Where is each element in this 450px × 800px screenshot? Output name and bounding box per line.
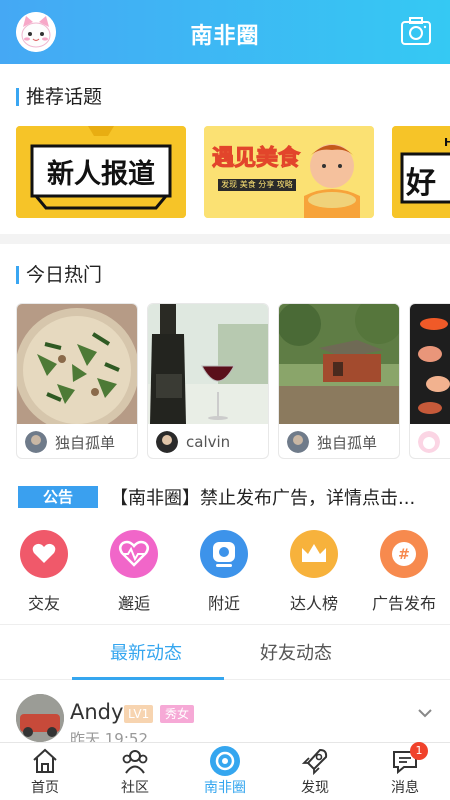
hot-post-card[interactable] xyxy=(409,303,450,459)
post-image-sushi xyxy=(410,304,450,424)
post-author[interactable]: 独自孤单 xyxy=(287,430,377,454)
page-title: 南非圈 xyxy=(190,24,260,49)
hot-post-card[interactable]: 独自孤单 xyxy=(278,303,400,459)
hash-icon: # xyxy=(380,530,428,578)
post-image-pizza xyxy=(17,304,137,424)
chat-icon: 1 xyxy=(390,742,428,776)
topic-card-newcomer[interactable]: 新人报道 xyxy=(16,126,186,218)
author-name: calvin xyxy=(186,433,231,451)
feed-tabs: 最新动态 好友动态 xyxy=(0,624,450,680)
topic-label-top: HO xyxy=(444,136,450,149)
svg-text:#: # xyxy=(398,547,410,563)
post-image-wine xyxy=(148,304,268,424)
tab-friends[interactable]: 好友动态 xyxy=(260,639,332,665)
gender-tag: 秀女 xyxy=(160,705,195,723)
feature-post-ad[interactable]: # 广告发布 xyxy=(364,530,444,614)
topic-sublabel: 发现 美食 分享 攻略 xyxy=(221,180,293,189)
feature-make-friends[interactable]: 交友 xyxy=(4,530,84,614)
chevron-down-icon[interactable] xyxy=(416,704,434,722)
announcement-bar[interactable]: 公告 【南非圈】禁止发布广告，详情点击... xyxy=(18,485,438,509)
topic-label: 好 xyxy=(406,166,436,201)
feature-label: 交友 xyxy=(27,594,60,613)
circle-camera-icon xyxy=(210,746,240,776)
avatar xyxy=(25,431,47,453)
feature-grid: 交友 邂逅 附近 达人榜 # 广告发布 xyxy=(0,530,450,614)
recommended-section-title: 推荐话题 xyxy=(16,86,102,108)
nav-community[interactable]: 社区 xyxy=(90,743,180,800)
nav-label: 首页 xyxy=(31,780,59,796)
location-pin-icon xyxy=(200,530,248,578)
hot-post-card[interactable]: 独自孤单 xyxy=(16,303,138,459)
feature-leaderboard[interactable]: 达人榜 xyxy=(274,530,354,614)
bottom-navigation: 首页 社区 南非圈 发现 1 消息 xyxy=(0,742,450,800)
community-icon xyxy=(120,746,150,776)
feature-label: 邂逅 xyxy=(117,594,150,613)
top-app-bar: 南非圈 xyxy=(0,0,450,64)
post-image-house xyxy=(279,304,399,424)
heartbeat-icon xyxy=(110,530,158,578)
avatar xyxy=(418,431,440,453)
post-author[interactable]: calvin xyxy=(156,430,230,454)
feature-label: 附近 xyxy=(207,594,240,613)
camera-icon[interactable] xyxy=(400,16,432,48)
announcement-badge: 公告 xyxy=(18,486,98,508)
nav-circle[interactable]: 南非圈 xyxy=(180,743,270,800)
avatar xyxy=(156,431,178,453)
post-author-name[interactable]: Andy xyxy=(70,700,123,724)
nav-label: 社区 xyxy=(121,780,149,796)
tab-latest[interactable]: 最新动态 xyxy=(110,639,182,665)
nav-label: 南非圈 xyxy=(204,780,246,796)
hot-post-card[interactable]: calvin xyxy=(147,303,269,459)
topic-label: 新人报道 xyxy=(47,159,155,190)
author-name: 独自孤单 xyxy=(55,433,116,452)
avatar xyxy=(287,431,309,453)
hot-post-carousel[interactable]: 独自孤单 calvin 独自孤单 xyxy=(16,303,450,459)
feature-encounter[interactable]: 邂逅 xyxy=(94,530,174,614)
topic-label: 遇见美食 xyxy=(211,146,301,172)
feature-label: 达人榜 xyxy=(289,594,338,613)
rocket-icon xyxy=(300,746,330,776)
post-author[interactable]: 独自孤单 xyxy=(25,430,115,454)
nav-label: 消息 xyxy=(391,780,419,796)
heart-icon xyxy=(20,530,68,578)
post-timestamp: 昨天 19:52 xyxy=(70,730,148,742)
crown-icon xyxy=(290,530,338,578)
nav-label: 发现 xyxy=(301,780,329,796)
avatar[interactable] xyxy=(16,694,64,742)
topic-card-partial[interactable]: HO 好 xyxy=(392,126,450,218)
topic-carousel[interactable]: 新人报道 遇见美食 发现 美食 分享 攻略 HO 好 xyxy=(16,126,450,218)
level-badge: LV1 xyxy=(124,705,154,723)
home-icon xyxy=(30,746,60,776)
nav-home[interactable]: 首页 xyxy=(0,743,90,800)
feature-label: 广告发布 xyxy=(371,594,436,613)
active-tab-indicator xyxy=(72,677,224,680)
nav-discover[interactable]: 发现 xyxy=(270,743,360,800)
topic-card-food[interactable]: 遇见美食 发现 美食 分享 攻略 xyxy=(204,126,374,218)
today-hot-section-title: 今日热门 xyxy=(16,264,102,286)
section-divider xyxy=(0,234,450,244)
feature-nearby[interactable]: 附近 xyxy=(184,530,264,614)
announcement-text[interactable]: 【南非圈】禁止发布广告，详情点击... xyxy=(110,484,415,510)
post-author[interactable] xyxy=(418,430,448,454)
feed-post[interactable]: Andy LV1 秀女 昨天 19:52 xyxy=(0,690,450,742)
author-name: 独自孤单 xyxy=(317,433,378,452)
unread-badge: 1 xyxy=(410,742,428,760)
nav-messages[interactable]: 1 消息 xyxy=(360,742,450,800)
